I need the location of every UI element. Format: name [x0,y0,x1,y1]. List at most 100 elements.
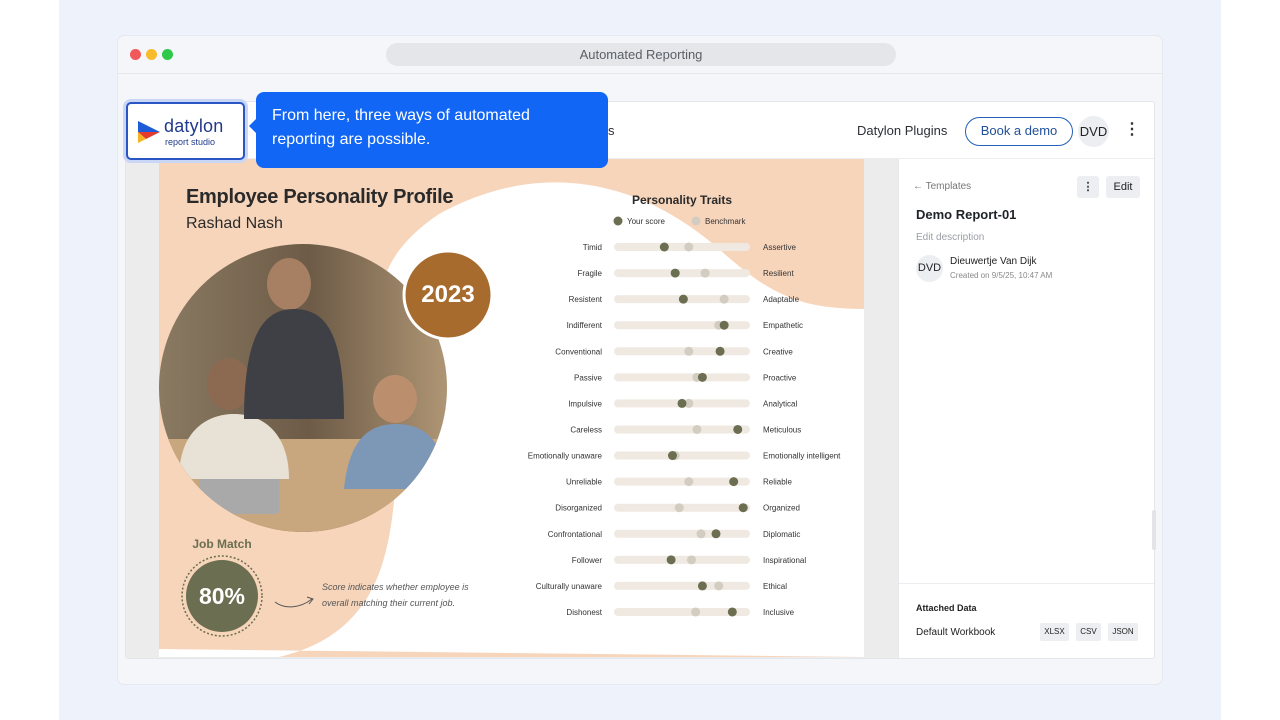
format-xlsx-button[interactable]: XLSX [1040,623,1069,641]
user-avatar[interactable]: DVD [1078,116,1109,147]
side-panel: ← Templates ⋮ Edit Demo Report-01 Edit d… [898,159,1154,658]
score-point [733,424,743,434]
trait-right-label: Emotionally intelligent [763,452,841,461]
back-arrow-icon: ← [913,181,926,192]
trait-left-label: Culturally unaware [536,582,603,591]
trait-left-label: Fragile [578,269,603,278]
app-frame: s Datylon Plugins Book a demo DVD ⋮ Pers… [125,101,1155,659]
trait-left-label: Indifferent [567,321,603,330]
score-note-line-1: Score indicates whether employee is [322,582,469,592]
legend-marker-0 [613,216,623,226]
attached-data-section [899,583,1154,658]
trait-left-label: Careless [570,425,602,434]
panel-resize-handle[interactable] [1152,510,1156,550]
trait-left-label: Emotionally unaware [528,452,603,461]
job-match-label: Job Match [192,537,252,551]
score-point [729,477,739,487]
attached-data-title: Attached Data [916,603,977,613]
trait-right-label: Empathetic [763,321,803,330]
trait-right-label: Creative [763,347,793,356]
trait-right-label: Meticulous [763,425,801,434]
close-window-button[interactable] [130,49,141,60]
back-label: Templates [925,181,972,192]
trait-right-label: Resilient [763,269,794,278]
trait-right-label: Ethical [763,582,787,591]
benchmark-point [684,477,694,487]
benchmark-point [684,346,694,356]
score-point [697,372,707,382]
datylon-plugins-link[interactable]: Datylon Plugins [857,123,947,138]
report-graphic: Personality Traits Your score Benchmark Tim… [159,182,864,657]
logo-subtitle: report studio [165,137,216,147]
benchmark-point [687,555,697,565]
benchmark-point [700,268,710,278]
trait-track [614,347,750,356]
trait-left-label: Follower [572,556,603,565]
score-point [719,320,729,330]
trait-right-label: Analytical [763,399,797,408]
report-title: Employee Personality Profile [186,186,454,208]
minimize-window-button[interactable] [146,49,157,60]
benchmark-point [692,424,702,434]
score-point [715,346,725,356]
report-canvas[interactable]: Personality Traits Your score Benchmark Tim… [126,159,898,658]
trait-track [614,269,750,278]
trait-track [614,555,750,564]
format-json-button[interactable]: JSON [1108,623,1138,641]
trait-right-label: Inclusive [763,608,795,617]
trait-track [614,425,750,434]
job-match-value: 80% [198,583,246,609]
benchmark-point [691,607,701,617]
trait-left-label: Passive [574,373,603,382]
legend-label-0: Your score [627,217,666,226]
more-options-icon[interactable]: ⋮ [1124,118,1140,142]
benchmark-point [674,503,684,513]
benchmark-point [714,581,724,591]
trait-left-label: Unreliable [566,478,603,487]
trait-right-label: Organized [763,504,800,513]
logo-wordmark: datylon [164,116,224,136]
trait-right-label: Reliable [763,478,792,487]
back-to-templates[interactable]: ← Templates [913,181,971,192]
datylon-logo-icon [138,121,160,143]
format-csv-button[interactable]: CSV [1076,623,1101,641]
created-date: Created on 9/5/25, 10:47 AM [950,271,1053,280]
trait-track [614,581,750,590]
report-page[interactable]: Personality Traits Your score Benchmark Tim… [159,159,864,657]
score-note-line-2: overall matching their current job. [322,598,456,608]
nav-item-partial[interactable]: s [608,123,615,138]
trait-right-label: Inspirational [763,556,806,565]
owner-avatar: DVD [916,255,943,282]
score-point [697,581,707,591]
onboarding-tooltip: From here, three ways of automated repor… [256,92,608,168]
score-point [738,503,748,513]
score-point [727,607,737,617]
title-bar: Automated Reporting [118,36,1162,74]
employee-name: Rashad Nash [186,215,283,232]
score-point [678,294,688,304]
report-name[interactable]: Demo Report-01 [916,207,1016,222]
trait-right-label: Assertive [763,243,796,252]
benchmark-point [719,294,729,304]
trait-track [614,243,750,251]
trait-left-label: Conventional [555,347,602,356]
chart-title: Personality Traits [632,193,732,207]
workbook-name[interactable]: Default Workbook [916,627,995,638]
address-bar[interactable]: Automated Reporting [386,43,896,66]
score-point [667,451,677,461]
trait-right-label: Adaptable [763,295,800,304]
score-point [670,268,680,278]
score-point [711,529,721,539]
benchmark-point [696,529,706,539]
legend-marker-1 [691,216,701,226]
edit-description-link[interactable]: Edit description [916,232,984,243]
book-demo-button[interactable]: Book a demo [965,117,1073,146]
score-point [666,555,676,565]
trait-left-label: Resistent [569,295,603,304]
trait-track [614,321,750,330]
trait-left-label: Disorganized [555,504,602,513]
panel-more-button[interactable]: ⋮ [1077,176,1099,198]
datylon-logo[interactable]: datylon report studio [126,102,245,160]
maximize-window-button[interactable] [162,49,173,60]
edit-button[interactable]: Edit [1106,176,1140,198]
